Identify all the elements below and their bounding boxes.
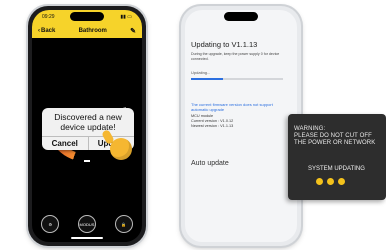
dialog-message: Discovered a new device update! xyxy=(54,112,122,132)
edit-icon[interactable]: ✎ xyxy=(130,27,136,35)
bottom-bar: ⚙ MODUS 🔒 xyxy=(32,214,142,234)
auto-update-label[interactable]: Auto update xyxy=(191,160,229,167)
firmware-hint: The current firmware version does not su… xyxy=(191,102,273,112)
dial-marker xyxy=(84,160,90,162)
loading-dot xyxy=(327,178,334,185)
lock-icon[interactable]: 🔒 xyxy=(114,215,133,233)
warning-line-1: WARNING: xyxy=(294,126,326,132)
nav-bar: ‹ Back Bathroom ✎ xyxy=(32,24,142,38)
update-status: Updating... xyxy=(191,70,211,75)
signal-icon: ▮▮ ▭ xyxy=(120,14,132,20)
chevron-left-icon: ‹ xyxy=(38,28,40,34)
phone-right-screen: Updating to V1.1.13 During the upgrade, … xyxy=(185,10,297,242)
page-title: Bathroom xyxy=(78,28,107,34)
device-display-panel: WARNING: PLEASE DO NOT CUT OFF THE POWER… xyxy=(288,114,386,200)
update-progress-bar xyxy=(191,78,283,80)
mode-button[interactable]: MODUS xyxy=(77,215,96,233)
notch xyxy=(224,12,258,21)
newest-version: Newest version : V1.1.13 xyxy=(191,124,234,128)
warning-text: WARNING: PLEASE DO NOT CUT OFF THE POWER… xyxy=(294,126,375,147)
gear-icon[interactable]: ⚙ xyxy=(41,215,60,233)
update-subtitle: During the upgrade, keep the power suppl… xyxy=(191,52,280,61)
cancel-button[interactable]: Cancel xyxy=(42,137,88,150)
phone-right: Updating to V1.1.13 During the upgrade, … xyxy=(181,6,301,246)
system-updating-label: SYSTEM UPDATING xyxy=(308,166,365,172)
loading-dot xyxy=(316,178,323,185)
warning-line-3: THE POWER OR NETWORK xyxy=(294,140,376,146)
loading-dots xyxy=(316,178,345,185)
phone-left-screen: 09:29 ▮▮ ▭ ‹ Back Bathroom ✎ Discovered … xyxy=(32,10,142,242)
back-button[interactable]: ‹ Back xyxy=(38,28,55,34)
pointing-hand-icon xyxy=(110,138,132,160)
notch xyxy=(70,12,104,21)
loading-dot xyxy=(338,178,345,185)
home-indicator xyxy=(71,237,103,239)
progress-fill xyxy=(191,78,224,80)
update-title: Updating to V1.1.13 xyxy=(191,40,258,49)
phone-left: 09:29 ▮▮ ▭ ‹ Back Bathroom ✎ Discovered … xyxy=(28,6,146,246)
warning-line-2: PLEASE DO NOT CUT OFF xyxy=(294,133,372,139)
status-time: 09:29 xyxy=(42,14,55,20)
back-label: Back xyxy=(41,28,56,34)
mcu-info: MCU module Current version : V1.0.12 New… xyxy=(191,114,233,129)
